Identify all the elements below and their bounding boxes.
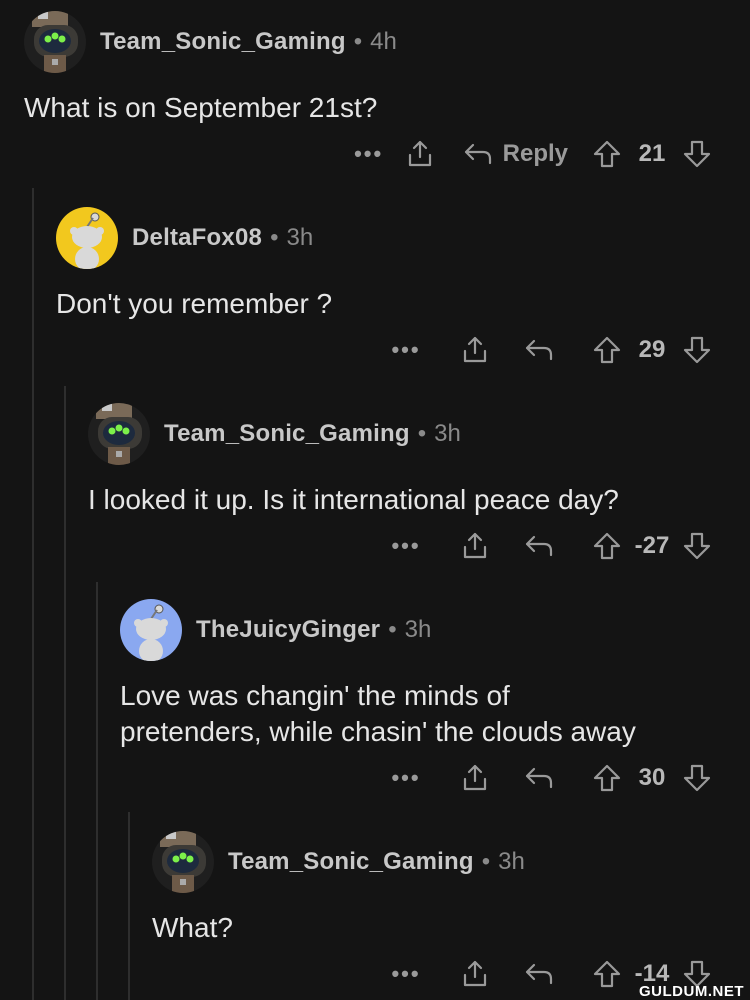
comment-actions: ••• 29 <box>376 330 718 370</box>
share-icon[interactable] <box>454 954 496 994</box>
comment-actions: ••• -27 <box>376 526 718 566</box>
timestamp: 3h <box>286 224 314 251</box>
downvote-arrow-icon[interactable] <box>676 758 718 798</box>
reply-arrow-icon[interactable] <box>518 330 560 370</box>
reply-button[interactable]: Reply <box>457 134 568 174</box>
downvote-arrow-icon[interactable] <box>676 330 718 370</box>
comment-header: Team_Sonic_Gaming • 4h <box>24 10 397 74</box>
robot-avatar[interactable] <box>24 11 86 73</box>
username[interactable]: Team_Sonic_Gaming <box>164 420 410 448</box>
vote-score: 30 <box>638 764 666 791</box>
more-options-button[interactable]: ••• <box>376 765 436 791</box>
vote-controls: 29 <box>586 330 718 370</box>
comment-text: What is on September 21st? <box>24 92 378 123</box>
comment: Team_Sonic_Gaming • 3h I looked it up. I… <box>88 402 750 582</box>
comment: Team_Sonic_Gaming • 3h What? ••• -14 <box>152 830 750 1000</box>
vote-score: -27 <box>634 532 670 559</box>
thread-line-level-4[interactable] <box>128 812 130 1000</box>
share-icon[interactable] <box>454 526 496 566</box>
share-icon[interactable] <box>454 330 496 370</box>
reply-arrow-icon[interactable] <box>518 758 560 798</box>
thread-line-level-1[interactable] <box>32 188 34 1000</box>
vote-controls: 21 <box>586 134 718 174</box>
comment-header: Team_Sonic_Gaming • 3h <box>88 402 461 466</box>
robot-avatar[interactable] <box>152 831 214 893</box>
upvote-arrow-icon[interactable] <box>586 758 628 798</box>
downvote-arrow-icon[interactable] <box>676 526 718 566</box>
username[interactable]: Team_Sonic_Gaming <box>100 28 346 56</box>
username[interactable]: TheJuicyGinger <box>196 616 380 644</box>
separator-dot: • <box>353 28 363 55</box>
reply-arrow-icon <box>457 134 499 174</box>
separator-dot: • <box>417 420 427 447</box>
timestamp: 3h <box>404 616 432 643</box>
username[interactable]: DeltaFox08 <box>132 224 262 252</box>
separator-dot: • <box>481 848 491 875</box>
thread-line-level-3[interactable] <box>96 582 98 1000</box>
more-options-button[interactable]: ••• <box>376 337 436 363</box>
snoo-yellow-avatar[interactable] <box>56 207 118 269</box>
comment-text: Don't you remember ? <box>56 288 333 319</box>
reply-arrow-icon[interactable] <box>518 954 560 994</box>
vote-score: 29 <box>638 336 666 363</box>
more-options-button[interactable]: ••• <box>376 961 436 987</box>
upvote-arrow-icon[interactable] <box>586 330 628 370</box>
comment-text: I looked it up. Is it international peac… <box>88 484 619 515</box>
reply-label: Reply <box>502 140 568 167</box>
comment-header: Team_Sonic_Gaming • 3h <box>152 830 525 894</box>
comment-header: DeltaFox08 • 3h <box>56 206 313 270</box>
comment: Team_Sonic_Gaming • 4h What is on Septem… <box>24 10 750 190</box>
comment-header: TheJuicyGinger • 3h <box>120 598 431 662</box>
comment-actions: ••• Reply 21 <box>339 134 718 174</box>
timestamp: 3h <box>434 420 461 447</box>
downvote-arrow-icon[interactable] <box>676 134 718 174</box>
share-icon[interactable] <box>454 758 496 798</box>
vote-controls: -27 <box>586 526 718 566</box>
watermark: GULDUM.NET <box>639 983 744 1000</box>
upvote-arrow-icon[interactable] <box>586 134 628 174</box>
share-icon[interactable] <box>399 134 441 174</box>
upvote-arrow-icon[interactable] <box>586 954 628 994</box>
snoo-blue-avatar[interactable] <box>120 599 182 661</box>
robot-avatar[interactable] <box>88 403 150 465</box>
more-options-button[interactable]: ••• <box>339 141 399 167</box>
separator-dot: • <box>270 224 279 251</box>
timestamp: 3h <box>498 848 525 875</box>
comment: DeltaFox08 • 3h Don't you remember ? •••… <box>56 206 750 386</box>
upvote-arrow-icon[interactable] <box>586 526 628 566</box>
comment-text: Love was changin' the minds of pretender… <box>120 680 636 747</box>
more-options-button[interactable]: ••• <box>376 533 436 559</box>
vote-score: 21 <box>638 140 666 167</box>
comment: TheJuicyGinger • 3h Love was changin' th… <box>120 598 750 812</box>
username[interactable]: Team_Sonic_Gaming <box>228 848 474 876</box>
timestamp: 4h <box>370 28 397 55</box>
comment-text: What? <box>152 912 233 943</box>
separator-dot: • <box>388 616 397 643</box>
thread-line-level-2[interactable] <box>64 386 66 1000</box>
vote-controls: 30 <box>586 758 718 798</box>
reply-arrow-icon[interactable] <box>518 526 560 566</box>
comment-actions: ••• 30 <box>376 758 718 798</box>
